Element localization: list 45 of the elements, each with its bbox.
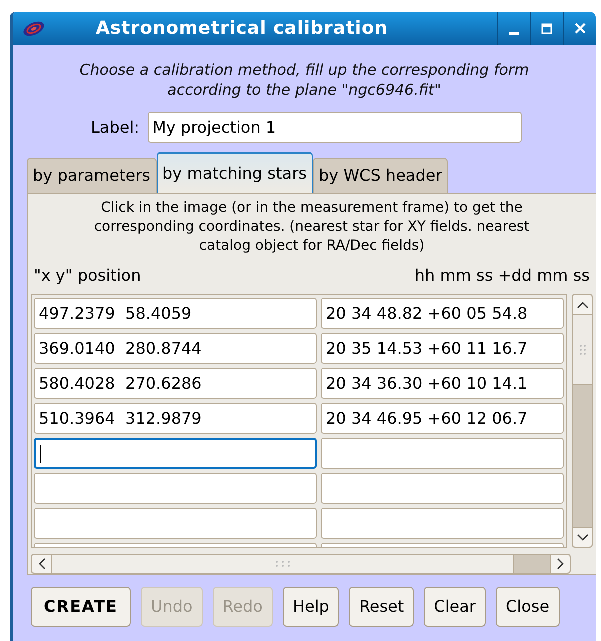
xy-field[interactable]: 497.2379 58.4059	[34, 298, 317, 329]
tab[interactable]: by parameters	[27, 158, 157, 193]
chevron-up-icon	[576, 300, 589, 308]
xy-field[interactable]	[34, 473, 317, 504]
dialog-button[interactable]: CREATE	[31, 587, 131, 627]
chevron-down-icon	[576, 534, 589, 542]
xy-field[interactable]: 510.3964 312.9879	[34, 403, 317, 434]
instructions-text: Click in the image (or in the measurement frame) to get the corresponding coordinates. (nearest star for XY fields. nearest catalog object for RA/Dec fields)	[93, 199, 531, 256]
radec-field[interactable]: 20 34 36.30 +60 10 14.1	[321, 368, 564, 399]
tab[interactable]: by matching stars	[156, 152, 313, 193]
maximize-icon	[541, 22, 553, 34]
scroll-down-button[interactable]	[573, 527, 592, 547]
scroll-left-button[interactable]	[32, 555, 52, 573]
xy-field[interactable]	[34, 438, 317, 469]
dialog-button[interactable]: Close	[496, 587, 560, 627]
close-icon	[574, 22, 586, 35]
window-title: Astronometrical calibration	[94, 17, 390, 41]
intro-text: Choose a calibration method, fill up the corresponding form according to the plane "ngc6946.fit"	[78, 60, 530, 100]
column-header: hh mm ss +dd mm ss	[414, 265, 590, 287]
horizontal-scrollbar[interactable]	[31, 554, 571, 574]
scroll-thumb[interactable]	[52, 555, 514, 573]
radec-field[interactable]	[321, 438, 564, 469]
tab[interactable]: by WCS header	[312, 158, 448, 193]
xy-field[interactable]	[34, 508, 317, 539]
dialog-button[interactable]: Clear	[424, 587, 486, 627]
vertical-scrollbar[interactable]	[572, 294, 593, 548]
xy-field[interactable]: 580.4028 270.6286	[34, 368, 317, 399]
radec-field[interactable]: 20 34 46.95 +60 12 06.7	[321, 403, 564, 434]
radec-field[interactable]	[321, 473, 564, 504]
radec-field[interactable]	[321, 508, 564, 539]
radec-field[interactable]: 20 34 48.82 +60 05 54.8	[321, 298, 564, 329]
scroll-up-button[interactable]	[573, 295, 592, 315]
text-cursor	[40, 444, 41, 462]
label-caption: Label:	[91, 116, 140, 138]
column-header: "x y" position	[34, 265, 142, 287]
dialog-button[interactable]: Help	[282, 587, 340, 627]
scroll-thumb[interactable]	[573, 315, 592, 385]
label-field[interactable]: My projection 1	[148, 112, 522, 143]
scroll-right-button[interactable]	[550, 555, 570, 573]
chevron-left-icon	[38, 558, 46, 570]
minimize-icon	[509, 32, 519, 34]
xy-field[interactable]: 369.0140 280.8744	[34, 333, 317, 364]
dialog-button[interactable]: Reset	[349, 587, 414, 627]
radec-field[interactable]: 20 35 14.53 +60 11 16.7	[321, 333, 564, 364]
chevron-right-icon	[556, 558, 564, 570]
